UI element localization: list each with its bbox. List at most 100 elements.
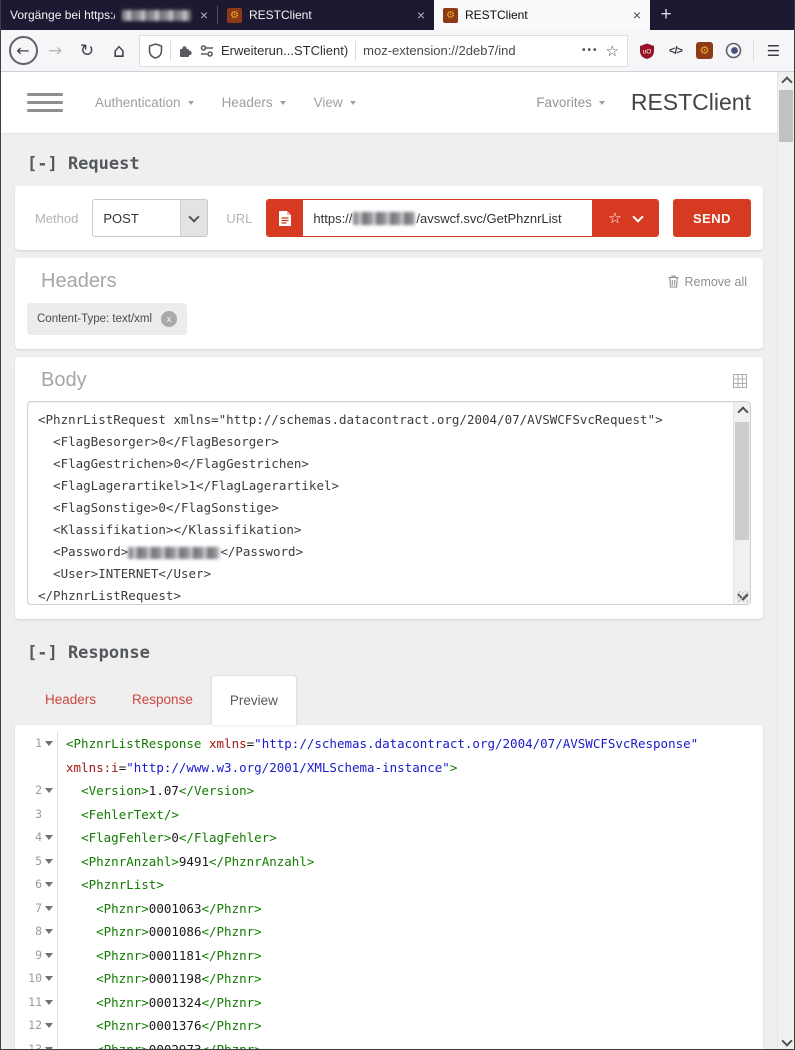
code-segment: 0001181 [148,947,202,963]
bookmark-star-icon[interactable]: ☆ [606,42,619,60]
code-text: <FlagBesorger>0</FlagBesorger> [38,434,279,449]
code-segment: <Phznr> [96,900,149,916]
menu-button[interactable]: ☰ [759,36,788,66]
fold-marker-icon[interactable] [44,788,53,794]
privacy-extension-icon[interactable] [719,36,748,66]
extension-name-label: Erweiterun...STClient) [221,43,349,58]
code-segment: 0001376 [148,1018,202,1033]
fold-marker-slot [42,788,55,794]
headers-panel-title: Headers [41,270,117,292]
fold-marker-slot [42,976,55,982]
tab-strip: Vorgänge bei https:// × ⚙ RESTClient × ⚙ RESTC… [1,0,794,30]
shield-icon[interactable] [148,42,163,59]
browser-tab[interactable]: ⚙ RESTClient × [434,0,650,30]
table-view-icon[interactable] [733,373,747,388]
request-body-doc-icon[interactable] [267,200,304,236]
favorite-request-button[interactable]: ☆ [592,200,658,236]
response-tab-headers[interactable]: Headers [27,675,114,725]
body-code-line: <Klassifikation></Klassifikation> [38,519,733,541]
scroll-up-arrow[interactable] [778,72,794,88]
code-segment: "http://schemas.datacontract.org/2004/07… [254,736,699,751]
favorites-menu[interactable]: Favorites [536,95,605,110]
request-body-textarea[interactable]: <PhznrListRequest xmlns="http://schemas.… [27,401,751,605]
select-chevron[interactable] [180,200,208,236]
line-number: 11 [28,994,42,1009]
new-tab-button[interactable]: + [650,0,682,30]
fold-marker-icon[interactable] [44,905,53,911]
browser-tab[interactable]: ⚙ RESTClient × [218,0,434,30]
chip-close-icon[interactable]: x [161,311,178,327]
code-segment: </Version> [178,783,255,798]
devtools-icon[interactable]: </> [661,36,690,66]
tab-title: RESTClient [465,8,528,22]
method-value: POST [103,210,139,226]
method-select[interactable]: POST [92,199,209,237]
body-code-line: <FlagLagerartikel>1</FlagLagerartikel> [38,475,733,497]
tab-close-icon[interactable]: × [417,8,425,22]
response-code-view[interactable]: 1 <PhznrListResponse xmlns="http://schema… [15,732,763,1049]
fold-marker-icon[interactable] [44,999,53,1005]
code-row: 7 <Phznr>0001063</Phznr> [15,896,763,920]
back-button[interactable]: ← [7,35,39,67]
forward-button[interactable]: → [39,35,71,67]
fold-marker-icon[interactable] [44,835,53,841]
code-segment: </Phznr> [201,947,262,963]
fold-marker-icon[interactable] [44,1023,53,1029]
menu-headers[interactable]: Headers [222,95,286,110]
address-bar[interactable]: Erweiterun...STClient) moz-extension://2… [139,34,628,67]
fold-marker-icon[interactable] [44,741,53,747]
page-actions-icon[interactable]: ••• [582,45,599,56]
remove-all-button[interactable]: Remove all [668,275,747,289]
resize-grip[interactable] [737,591,748,602]
textarea-scrollbar[interactable] [733,402,750,604]
tab-close-icon[interactable]: × [633,8,641,22]
line-number-gutter: 3 [15,802,58,826]
code-segment: <Phznr> [96,971,149,986]
browser-tab[interactable]: Vorgänge bei https:// × [1,0,217,30]
request-url-input[interactable]: https:// /avswcf.svc/GetPhznrList [303,200,592,236]
menu-authentication[interactable]: Authentication [95,95,194,110]
fold-marker-icon[interactable] [44,929,53,935]
response-tabs: Headers Response Preview [15,675,763,725]
fold-marker-slot [42,999,55,1005]
page-scrollbar[interactable] [777,72,794,1049]
code-segment: </FlagFehler> [178,830,277,845]
response-tab-response[interactable]: Response [114,675,211,725]
line-number: 10 [28,971,42,985]
code-line: <FlagFehler>0</FlagFehler> [58,826,277,850]
send-button[interactable]: SEND [673,199,751,237]
line-number-gutter: 6 [15,873,58,897]
scroll-down-arrow[interactable] [778,1034,794,1049]
code-segment: <PhznrList> [81,877,164,892]
fold-marker-icon[interactable] [44,882,53,888]
scrollbar-thumb[interactable] [779,90,793,142]
fold-marker-icon[interactable] [44,952,53,958]
response-tab-preview[interactable]: Preview [210,675,297,725]
line-number-gutter: 12 [15,1014,58,1038]
ublock-icon[interactable]: uO [632,36,661,66]
code-row: 4 <FlagFehler>0</FlagFehler> [15,826,763,850]
header-chip[interactable]: Content-Type: text/xml x [27,303,188,335]
response-section-heading[interactable]: [-] Response [27,643,763,663]
menu-view[interactable]: View [314,95,356,110]
code-segment: </Phznr> [201,994,262,1010]
reload-button[interactable]: ↻ [71,35,103,67]
home-button[interactable]: ⌂ [103,35,135,67]
fold-marker-icon[interactable] [44,858,53,864]
restclient-extension-icon[interactable]: ⚙ [690,36,719,66]
line-number-gutter: 13 [15,1037,58,1049]
request-section-heading[interactable]: [-] Request [27,154,763,174]
url-text[interactable]: moz-extension://2deb7/ind [363,43,575,58]
fold-marker-icon[interactable] [44,976,53,982]
tab-close-icon[interactable]: × [200,8,208,22]
url-group: https:// /avswcf.svc/GetPhznrList ☆ [266,199,659,237]
code-segment: <PhznrListResponse [66,736,202,751]
app-menu-icon[interactable] [27,93,63,112]
divider [355,40,357,61]
app-brand: RESTClient [630,89,751,115]
